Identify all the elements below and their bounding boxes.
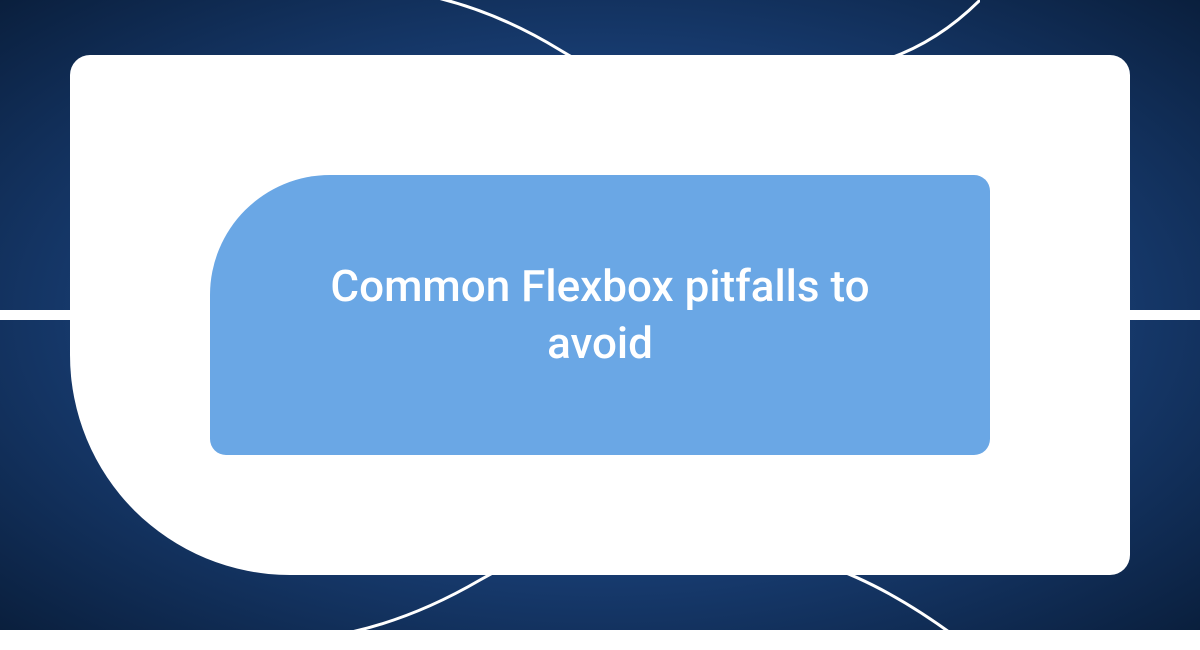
outer-white-panel: Common Flexbox pitfalls to avoid	[70, 55, 1130, 575]
inner-blue-panel: Common Flexbox pitfalls to avoid	[210, 175, 990, 455]
card-title: Common Flexbox pitfalls to avoid	[300, 258, 900, 372]
hero-background: Common Flexbox pitfalls to avoid	[0, 0, 1200, 630]
